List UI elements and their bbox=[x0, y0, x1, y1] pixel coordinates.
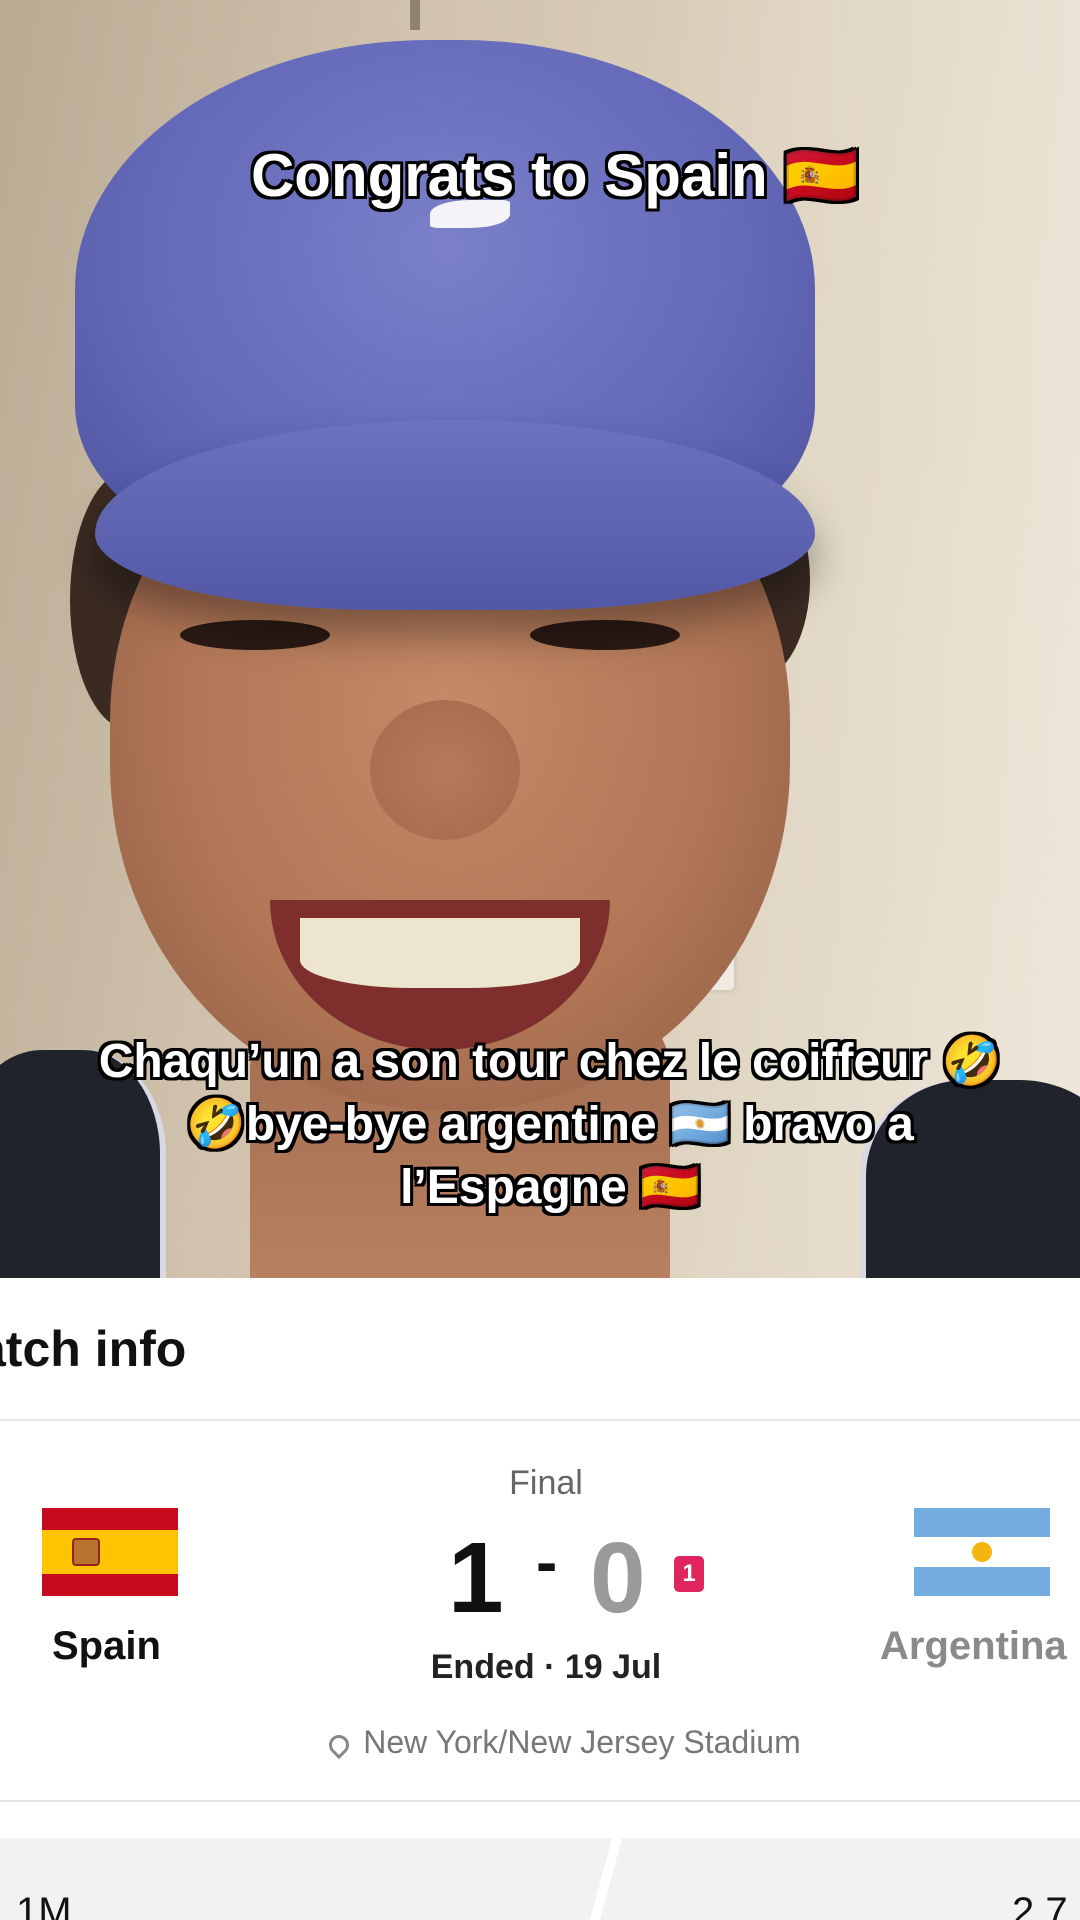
venue-name: New York/New Jersey Stadium bbox=[363, 1724, 801, 1760]
divider bbox=[0, 1419, 1080, 1421]
video-frame[interactable]: Congrats to Spain 🇪🇸 Chaqu’un a son tour… bbox=[0, 0, 1080, 1278]
home-score: 1 bbox=[448, 1522, 504, 1634]
stat-right-value: 2.7 bbox=[1012, 1890, 1068, 1920]
eye-right bbox=[530, 620, 680, 650]
spain-flag-icon bbox=[42, 1508, 178, 1596]
section-title: atch info bbox=[0, 1321, 187, 1377]
stat-left-value: 1M bbox=[16, 1890, 72, 1920]
red-card-badge: 1 bbox=[674, 1556, 704, 1592]
argentina-flag-icon bbox=[914, 1508, 1050, 1596]
nose bbox=[370, 700, 520, 840]
score-separator: - bbox=[536, 1526, 558, 1598]
stats-bar[interactable]: 1M 2.7 bbox=[0, 1838, 1080, 1920]
eye-left bbox=[180, 620, 330, 650]
away-team-name[interactable]: Argentina bbox=[880, 1624, 1067, 1669]
divider bbox=[0, 1800, 1080, 1802]
caption-top: Congrats to Spain 🇪🇸 bbox=[250, 142, 860, 209]
stats-separator bbox=[587, 1838, 623, 1920]
venue: New York/New Jersey Stadium bbox=[0, 1724, 1080, 1761]
location-pin-icon bbox=[325, 1730, 354, 1760]
caption-bottom: Chaqu’un a son tour chez le coiffeur 🤣🤣b… bbox=[98, 1035, 1002, 1214]
teeth bbox=[300, 918, 580, 988]
match-info-card[interactable]: atch info Spain Final 1 - 0 1 Ended · 19… bbox=[0, 1278, 1080, 1920]
away-score: 0 bbox=[590, 1522, 646, 1634]
door-edge bbox=[410, 0, 420, 30]
match-status: Final bbox=[509, 1464, 583, 1502]
